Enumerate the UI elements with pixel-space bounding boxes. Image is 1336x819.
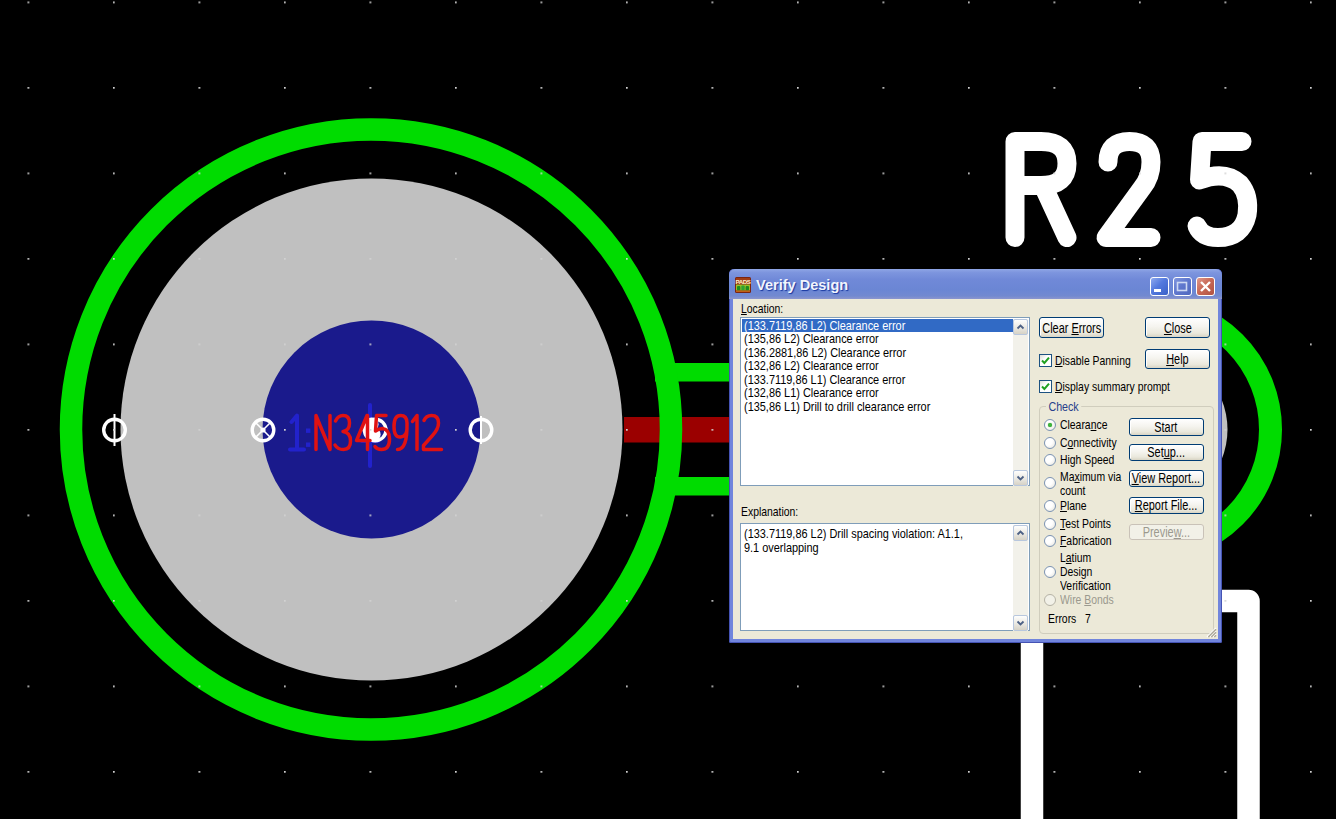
- svg-text:PADS: PADS: [735, 278, 750, 285]
